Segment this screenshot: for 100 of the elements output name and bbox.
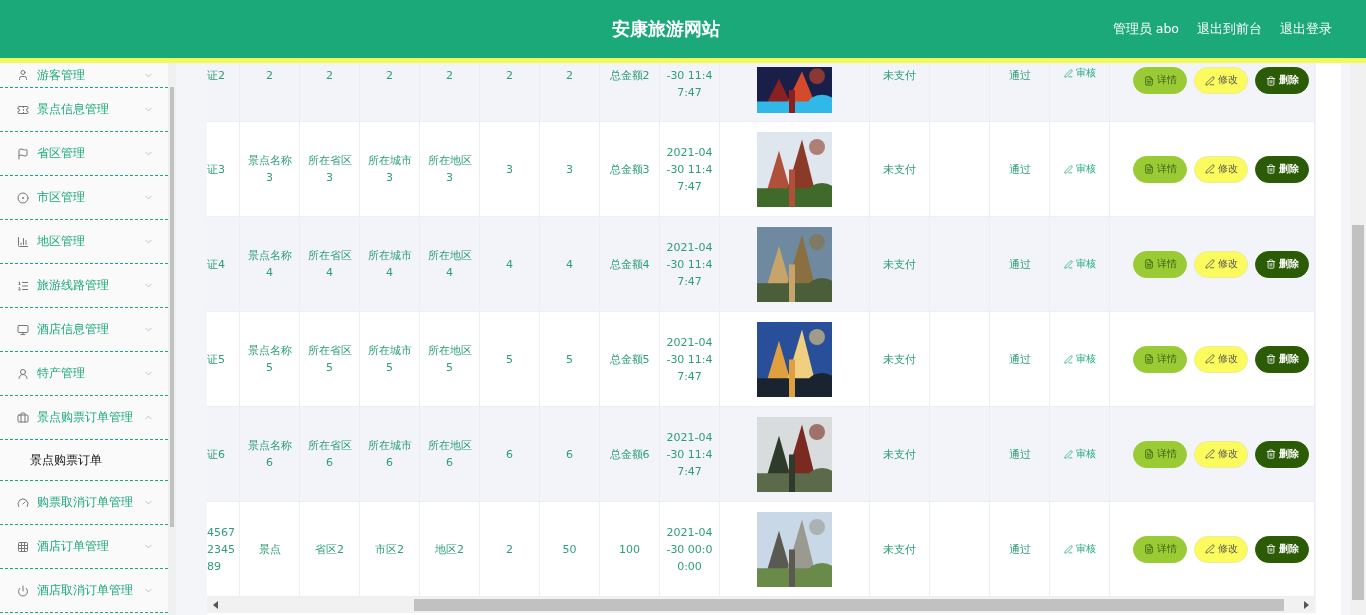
table-cell-text: 证2 — [207, 68, 225, 84]
detail-button[interactable]: 详情 — [1133, 250, 1187, 278]
delete-button[interactable]: 删除 — [1255, 535, 1309, 563]
pen-icon — [1063, 354, 1073, 364]
table-cell-text: 总金额3 — [608, 161, 651, 178]
table-cell-text: 景点名称5 — [246, 343, 293, 376]
table-cell-text: 2 — [505, 541, 514, 558]
table-cell-text: 所在省区4 — [306, 248, 353, 281]
table-cell-text: 证4 — [207, 256, 225, 273]
list-icon — [17, 279, 29, 292]
table-cell-text: 景点名称4 — [246, 248, 293, 281]
delete-button[interactable]: 删除 — [1255, 440, 1309, 468]
pen-icon — [1063, 449, 1073, 459]
table-cell-text: 总金额5 — [608, 351, 651, 368]
trash-icon — [1265, 75, 1276, 86]
table-cell-text: 5 — [505, 351, 514, 368]
table-cell-text: 4 — [505, 256, 514, 273]
pen-icon — [1204, 354, 1215, 364]
table-cell-text: 总金额6 — [608, 446, 651, 463]
review-link[interactable]: 审核 — [1063, 352, 1096, 366]
detail-button[interactable]: 详情 — [1133, 440, 1187, 468]
document-icon — [1143, 449, 1154, 459]
table-cell-text: 通过 — [1007, 256, 1032, 273]
gauge-icon — [17, 496, 29, 509]
header-link[interactable]: 退出到前台 — [1197, 20, 1262, 38]
table-cell-text: 5 — [565, 351, 574, 368]
edit-button[interactable]: 修改 — [1194, 250, 1248, 278]
pen-icon — [1063, 69, 1073, 78]
edit-button[interactable]: 修改 — [1194, 155, 1248, 183]
table-cell-text: 2 — [325, 68, 334, 84]
table-cell-text: 所在省区6 — [306, 438, 353, 471]
document-icon — [1143, 354, 1154, 364]
table-cell-text: 证6 — [207, 446, 225, 463]
briefcase-icon — [17, 411, 29, 424]
table-cell-text: 2 — [505, 68, 514, 84]
review-link[interactable]: 审核 — [1063, 162, 1096, 176]
detail-button[interactable]: 详情 — [1133, 67, 1187, 94]
table-cell-text: 2 — [265, 68, 274, 84]
table-cell-text: 未支付 — [882, 256, 917, 273]
pen-icon — [1204, 164, 1215, 174]
trash-icon — [1265, 544, 1276, 554]
pen-icon — [1063, 164, 1073, 174]
table-cell-text: 通过 — [1007, 161, 1032, 178]
scrollbar[interactable] — [168, 63, 176, 615]
table-cell-text: 总金额4 — [608, 256, 651, 273]
flag-icon — [17, 147, 29, 160]
delete-button[interactable]: 删除 — [1255, 155, 1309, 183]
table-cell-text: 未支付 — [882, 351, 917, 368]
table-cell-text: 3 — [505, 161, 514, 178]
table-cell-text: 景点 — [257, 541, 282, 558]
table-cell-text: 景点名称6 — [246, 438, 293, 471]
document-icon — [1143, 259, 1154, 269]
table-cell-text: 所在地区6 — [426, 438, 473, 471]
delete-button[interactable]: 删除 — [1255, 345, 1309, 373]
table-cell-text: 通过 — [1007, 446, 1032, 463]
table-cell-text: 3 — [565, 161, 574, 178]
detail-button[interactable]: 详情 — [1133, 155, 1187, 183]
pen-icon — [1063, 544, 1073, 554]
site-title: 安康旅游网站 — [612, 17, 720, 41]
table-cell-text: 2021-04-30 11:47:47 — [665, 334, 714, 385]
edit-button[interactable]: 修改 — [1194, 535, 1248, 563]
grid-icon — [17, 540, 29, 553]
table-cell-text: 2 — [445, 68, 454, 84]
table-cell-text: 市区2 — [374, 541, 405, 558]
table-cell-text: 所在地区3 — [426, 153, 473, 186]
pen-icon — [1204, 259, 1215, 269]
table-cell-text: 总金额2 — [608, 68, 651, 84]
table-cell-text: 所在城市3 — [366, 153, 413, 186]
edit-button[interactable]: 修改 — [1194, 440, 1248, 468]
submenu-item[interactable]: 景点购票订单 — [0, 440, 168, 480]
table-cell-text: 4 — [565, 256, 574, 273]
header-link[interactable]: 退出登录 — [1280, 20, 1332, 38]
pen-icon — [1204, 544, 1215, 554]
review-link[interactable]: 审核 — [1063, 542, 1096, 556]
table-cell-text: 100 — [618, 541, 641, 558]
horizontal-scrollbar[interactable] — [207, 597, 1315, 613]
vertical-scrollbar[interactable] — [1350, 63, 1366, 615]
table-cell-text: 所在省区3 — [306, 153, 353, 186]
table-cell-text: 所在省区5 — [306, 343, 353, 376]
circle-icon — [17, 191, 29, 204]
table-cell-text: 所在城市5 — [366, 343, 413, 376]
table-cell-text: 未支付 — [882, 68, 917, 84]
table-cell-text: 未支付 — [882, 541, 917, 558]
review-link[interactable]: 审核 — [1063, 447, 1096, 461]
table-cell-text: 未支付 — [882, 161, 917, 178]
pen-icon — [1063, 259, 1073, 269]
delete-button[interactable]: 删除 — [1255, 67, 1309, 94]
detail-button[interactable]: 详情 — [1133, 345, 1187, 373]
detail-button[interactable]: 详情 — [1133, 535, 1187, 563]
table-cell-text: 未支付 — [882, 446, 917, 463]
table-cell-text: 2 — [565, 68, 574, 84]
edit-button[interactable]: 修改 — [1194, 67, 1248, 94]
delete-button[interactable]: 删除 — [1255, 250, 1309, 278]
table-cell-text: 所在城市4 — [366, 248, 413, 281]
review-link[interactable]: 审核 — [1063, 67, 1096, 80]
person-icon — [17, 367, 29, 380]
edit-button[interactable]: 修改 — [1194, 345, 1248, 373]
table-cell-text: 4567 2345 89 — [207, 524, 236, 575]
document-icon — [1143, 75, 1154, 86]
review-link[interactable]: 审核 — [1063, 257, 1096, 271]
